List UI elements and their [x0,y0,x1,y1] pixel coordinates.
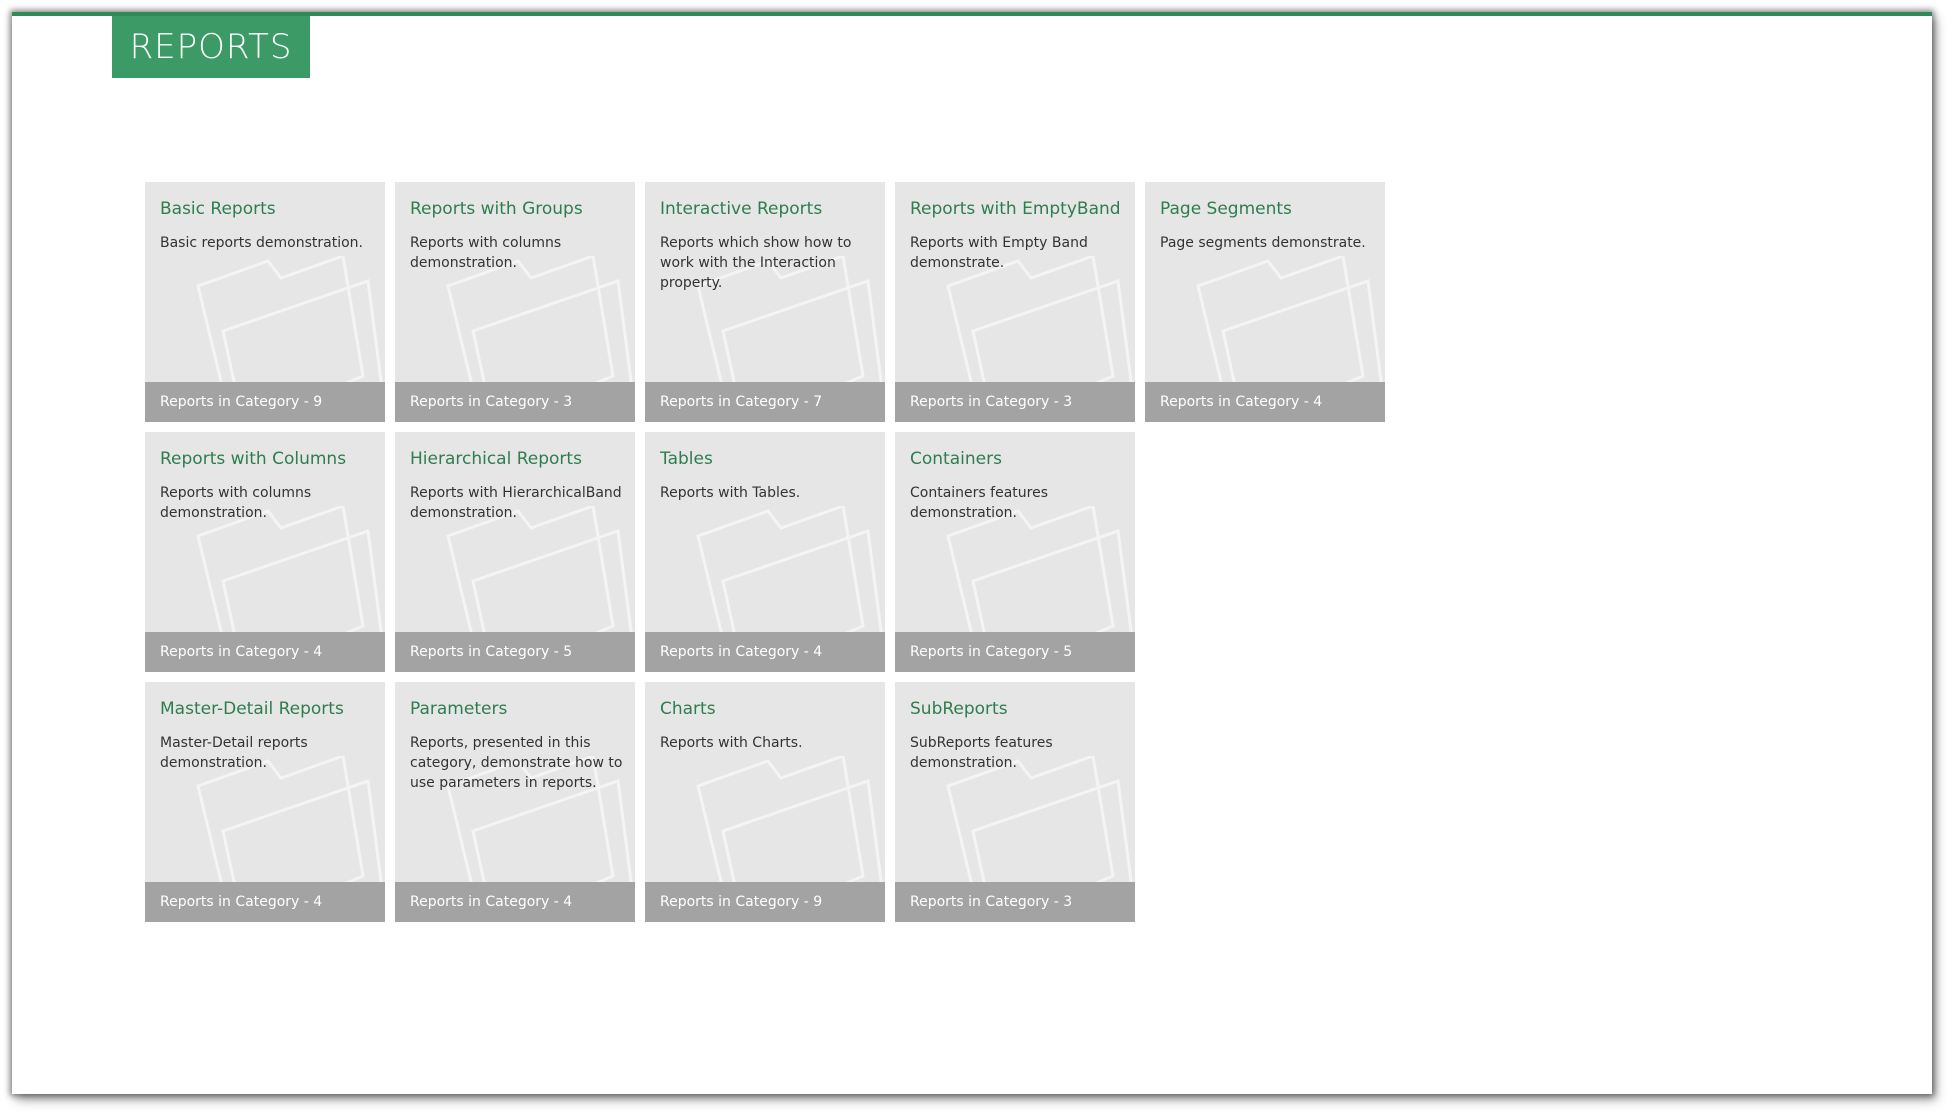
tile-footer: Reports in Category - 4 [395,882,635,922]
tile-title: Reports with Columns [160,449,347,469]
footer-separator: - [799,644,814,660]
tile-description: Master-Detail reports demonstration. [160,735,308,771]
tile-footer: Reports in Category - 4 [645,632,885,672]
tile-footer: Reports in Category - 9 [145,382,385,422]
footer-separator: - [799,394,814,410]
report-count: 5 [563,644,573,660]
category-tile-reports-with-groups[interactable]: Reports with Groups Reports with columns… [395,182,635,422]
category-tile-basic-reports[interactable]: Basic Reports Basic reports demonstratio… [145,182,385,422]
footer-label: Reports in Category [910,894,1050,910]
footer-separator: - [549,644,564,660]
tile-description: Reports which show how to work with the … [660,235,852,291]
footer-label: Reports in Category [410,394,550,410]
tile-description: Reports with Empty Band demonstrate. [910,235,1088,271]
category-tile-subreports[interactable]: SubReports SubReports features demonstra… [895,682,1135,922]
report-count: 4 [1313,394,1323,410]
category-tile-reports-with-columns[interactable]: Reports with Columns Reports with column… [145,432,385,672]
tile-description: Reports with columns demonstration. [410,235,562,271]
report-count: 9 [313,394,323,410]
tile-title: Parameters [410,699,508,719]
category-tile-tables[interactable]: Tables Reports with Tables. Reports in C… [645,432,885,672]
category-tile-page-segments[interactable]: Page Segments Page segments demonstrate.… [1145,182,1385,422]
footer-separator: - [549,394,564,410]
app-window: REPORTS Basic Reports Basic reports demo… [12,12,1932,1094]
footer-label: Reports in Category [410,644,550,660]
tile-footer: Reports in Category - 5 [395,632,635,672]
report-count: 4 [813,644,823,660]
footer-label: Reports in Category [660,894,800,910]
tile-description: Basic reports demonstration. [160,235,363,251]
footer-separator: - [299,394,314,410]
tile-title: Reports with EmptyBand [910,199,1121,219]
footer-label: Reports in Category [660,644,800,660]
tile-footer: Reports in Category - 9 [645,882,885,922]
tile-title: Containers [910,449,1002,469]
footer-separator: - [299,894,314,910]
tile-description: Containers features demonstration. [910,485,1048,521]
tile-footer: Reports in Category - 3 [395,382,635,422]
tile-title: Charts [660,699,716,719]
tile-description: Reports with columns demonstration. [160,485,312,521]
report-count: 3 [1063,894,1073,910]
footer-separator: - [1049,894,1064,910]
tile-description: Page segments demonstrate. [1160,235,1366,251]
category-tile-parameters[interactable]: Parameters Reports, presented in this ca… [395,682,635,922]
footer-label: Reports in Category [1160,394,1300,410]
footer-separator: - [1049,644,1064,660]
tile-description: Reports, presented in this category, dem… [410,735,623,791]
footer-separator: - [1049,394,1064,410]
category-tile-reports-with-emptyband[interactable]: Reports with EmptyBand Reports with Empt… [895,182,1135,422]
tile-description: Reports with Tables. [660,485,801,501]
category-tile-hierarchical-reports[interactable]: Hierarchical Reports Reports with Hierar… [395,432,635,672]
footer-label: Reports in Category [660,394,800,410]
category-tile-containers[interactable]: Containers Containers features demonstra… [895,432,1135,672]
report-count: 5 [1063,644,1073,660]
report-count: 9 [813,894,823,910]
footer-label: Reports in Category [410,894,550,910]
tile-title: Interactive Reports [660,199,823,219]
tile-title: SubReports [910,699,1008,719]
category-tile-master-detail-reports[interactable]: Master-Detail Reports Master-Detail repo… [145,682,385,922]
grid-spacer [1145,432,1385,672]
page-title: REPORTS [112,16,310,78]
tile-title: Hierarchical Reports [410,449,582,469]
tile-footer: Reports in Category - 4 [145,882,385,922]
tile-title: Page Segments [1160,199,1292,219]
tile-footer: Reports in Category - 4 [1145,382,1385,422]
footer-separator: - [299,644,314,660]
tile-description: SubReports features demonstration. [910,735,1053,771]
report-count: 7 [813,394,823,410]
footer-separator: - [549,894,564,910]
category-grid: Basic Reports Basic reports demonstratio… [145,182,1385,922]
footer-separator: - [1299,394,1314,410]
footer-label: Reports in Category [160,894,300,910]
category-tile-charts[interactable]: Charts Reports with Charts. Reports in C… [645,682,885,922]
report-count: 4 [313,644,323,660]
footer-label: Reports in Category [160,394,300,410]
tile-title: Master-Detail Reports [160,699,344,719]
tile-footer: Reports in Category - 4 [145,632,385,672]
tile-description: Reports with HierarchicalBand demonstrat… [410,485,622,521]
footer-separator: - [799,894,814,910]
footer-label: Reports in Category [910,644,1050,660]
tile-title: Tables [660,449,713,469]
tile-footer: Reports in Category - 3 [895,382,1135,422]
report-count: 3 [563,394,573,410]
tile-footer: Reports in Category - 3 [895,882,1135,922]
report-count: 3 [1063,394,1073,410]
footer-label: Reports in Category [160,644,300,660]
tile-footer: Reports in Category - 7 [645,382,885,422]
report-count: 4 [313,894,323,910]
tile-title: Reports with Groups [410,199,583,219]
category-tile-interactive-reports[interactable]: Interactive Reports Reports which show h… [645,182,885,422]
tile-footer: Reports in Category - 5 [895,632,1135,672]
tile-title: Basic Reports [160,199,276,219]
tile-description: Reports with Charts. [660,735,803,751]
footer-label: Reports in Category [910,394,1050,410]
report-count: 4 [563,894,573,910]
